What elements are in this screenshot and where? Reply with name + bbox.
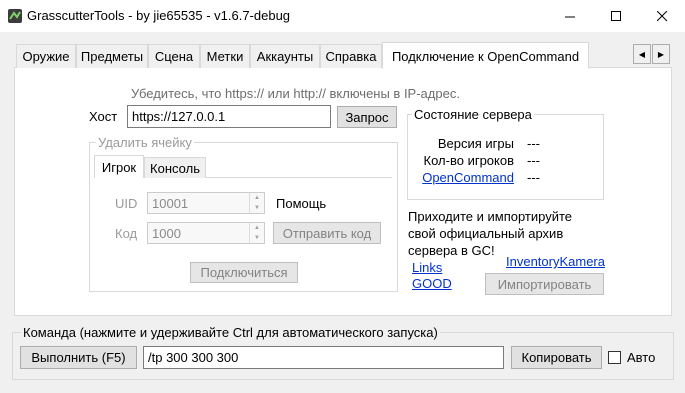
copy-button[interactable]: Копировать	[511, 346, 602, 369]
query-button[interactable]: Запрос	[337, 106, 397, 128]
host-input[interactable]: https://127.0.0.1	[127, 105, 331, 128]
close-icon	[656, 10, 667, 21]
tab-scroll-right-button[interactable]: ▶	[652, 44, 670, 64]
opencommand-link[interactable]: OpenCommand	[422, 170, 514, 185]
uid-value: 10001	[152, 196, 189, 211]
archive-text-line3: сервера в GC!	[408, 243, 495, 258]
close-button[interactable]	[639, 0, 685, 32]
tab-accounts[interactable]: Аккаунты	[250, 44, 320, 68]
game-version-label: Версия игры	[437, 136, 514, 151]
opencommand-value: ---	[527, 170, 540, 185]
uid-stepper[interactable]: 10001 ▲ ▼	[147, 192, 265, 214]
tab-label: Игрок	[101, 159, 137, 175]
tab-console[interactable]: Консоль	[144, 157, 206, 178]
auto-checkbox[interactable]	[608, 351, 621, 364]
minimize-button[interactable]	[547, 0, 593, 32]
chevron-down-icon: ▼	[254, 205, 260, 211]
minimize-icon	[564, 16, 575, 17]
archive-text-line2: свой официальный архив	[408, 226, 564, 241]
links-link[interactable]: Links	[412, 260, 442, 275]
maximize-icon	[610, 10, 621, 21]
tab-items[interactable]: Предметы	[76, 44, 148, 68]
tab-label: Метки	[206, 49, 244, 64]
chevron-down-icon: ▼	[254, 235, 260, 241]
tab-scroll-left-button[interactable]: ◀	[633, 44, 651, 64]
server-status-legend: Состояние сервера	[412, 107, 534, 122]
tab-label: Предметы	[80, 49, 144, 64]
tab-label: Подключение к OpenCommand	[391, 48, 580, 64]
tab-label: Сцена	[154, 49, 194, 64]
spin-arrows[interactable]: ▲ ▼	[249, 193, 264, 213]
import-button[interactable]: Импортировать	[485, 273, 604, 295]
code-stepper[interactable]: 1000 ▲ ▼	[147, 222, 265, 244]
send-code-button[interactable]: Отправить код	[273, 222, 381, 244]
arrow-left-icon: ◀	[638, 49, 646, 59]
tab-label: Оружие	[22, 49, 70, 64]
inventorykamera-link[interactable]: InventoryKamera	[506, 254, 605, 269]
good-link[interactable]: GOOD	[412, 276, 452, 291]
help-label: Помощь	[276, 196, 327, 211]
auto-label: Авто	[627, 350, 656, 365]
chevron-up-icon: ▲	[254, 195, 260, 201]
app-icon	[7, 8, 23, 24]
connection-hint: Убедитесь, что https:// или http:// вклю…	[131, 86, 460, 101]
code-value: 1000	[152, 226, 181, 241]
archive-text-line1: Приходите и импортируйте	[408, 209, 573, 224]
uid-label: UID	[115, 196, 138, 211]
title-bar: GrasscutterTools - by jie65535 - v1.6.7-…	[0, 0, 685, 32]
host-label: Хост	[89, 109, 118, 124]
tab-label: Аккаунты	[256, 49, 314, 64]
command-legend: Команда (нажмите и удерживайте Ctrl для …	[21, 325, 440, 340]
chevron-up-icon: ▲	[254, 225, 260, 231]
run-button[interactable]: Выполнить (F5)	[20, 346, 137, 369]
tab-help[interactable]: Справка	[320, 44, 382, 68]
tab-markers[interactable]: Метки	[200, 44, 250, 68]
remote-legend: Удалить ячейку	[96, 135, 194, 150]
tab-weapons[interactable]: Оружие	[16, 44, 76, 68]
spin-arrows[interactable]: ▲ ▼	[249, 223, 264, 243]
player-count-value: ---	[527, 153, 540, 168]
tab-label: Справка	[325, 49, 377, 64]
player-count-label: Кол-во игроков	[423, 153, 514, 168]
maximize-button[interactable]	[593, 0, 639, 32]
connect-button[interactable]: Подключиться	[190, 262, 298, 283]
tab-scene[interactable]: Сцена	[148, 44, 200, 68]
code-label: Код	[115, 226, 138, 241]
arrow-right-icon: ▶	[657, 49, 665, 59]
tab-opencommand[interactable]: Подключение к OpenCommand	[382, 42, 589, 69]
window-title: GrasscutterTools - by jie65535 - v1.6.7-…	[27, 8, 291, 23]
tab-player[interactable]: Игрок	[94, 155, 144, 178]
game-version-value: ---	[527, 136, 540, 151]
command-input[interactable]: /tp 300 300 300	[143, 346, 504, 369]
tab-label: Консоль	[150, 160, 200, 176]
